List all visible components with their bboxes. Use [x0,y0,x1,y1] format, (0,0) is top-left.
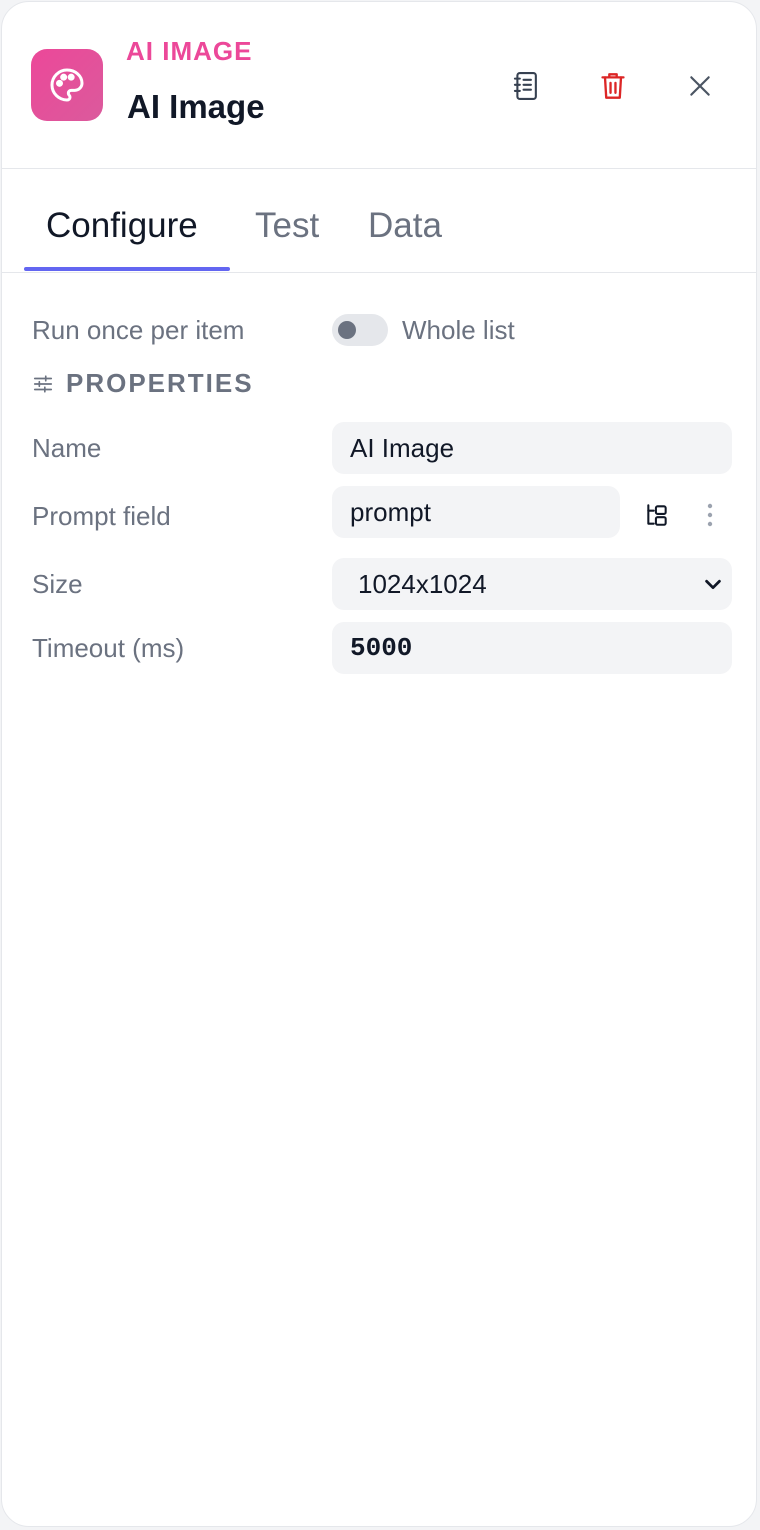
hierarchy-icon [647,504,667,526]
tab-bar: Configure Test Data [2,168,756,273]
size-selected-value: 1024x1024 [358,568,487,599]
more-options-button[interactable] [698,498,722,532]
run-mode-toggle-text: Whole list [402,315,515,345]
trash-icon [601,73,625,99]
name-input[interactable]: AI Image [332,422,732,474]
size-label: Size [32,569,83,599]
chevron-down-icon [705,579,721,590]
prompt-field-label: Prompt field [32,501,171,531]
field-picker-button[interactable] [638,498,676,532]
properties-title: PROPERTIES [66,368,254,398]
close-icon [690,76,710,96]
size-select[interactable]: 1024x1024 [332,558,732,610]
docs-icon [513,72,537,100]
tab-test[interactable]: Test [255,206,319,246]
sliders-icon [33,374,53,393]
node-config-panel: AI IMAGE AI Image Configure Test Data Ru… [1,1,757,1527]
run-mode-toggle[interactable] [332,314,388,346]
docs-button[interactable] [504,64,548,108]
run-mode-label: Run once per item [32,315,245,345]
active-tab-indicator [24,267,230,271]
name-label: Name [32,433,102,463]
more-vertical-icon [707,503,713,527]
timeout-label: Timeout (ms) [32,633,185,663]
node-title: AI Image [127,88,265,125]
delete-button[interactable] [591,64,635,108]
properties-section-header: PROPERTIES [32,368,254,399]
node-kind-label: AI IMAGE [126,36,253,66]
prompt-field-input[interactable]: prompt [332,486,620,538]
panel-header: AI IMAGE AI Image [2,2,756,169]
timeout-input[interactable]: 5000 [332,622,732,674]
tab-data[interactable]: Data [368,206,442,246]
close-button[interactable] [678,64,722,108]
palette-icon [31,49,103,121]
toggle-knob [338,321,356,339]
tab-configure[interactable]: Configure [46,206,198,246]
